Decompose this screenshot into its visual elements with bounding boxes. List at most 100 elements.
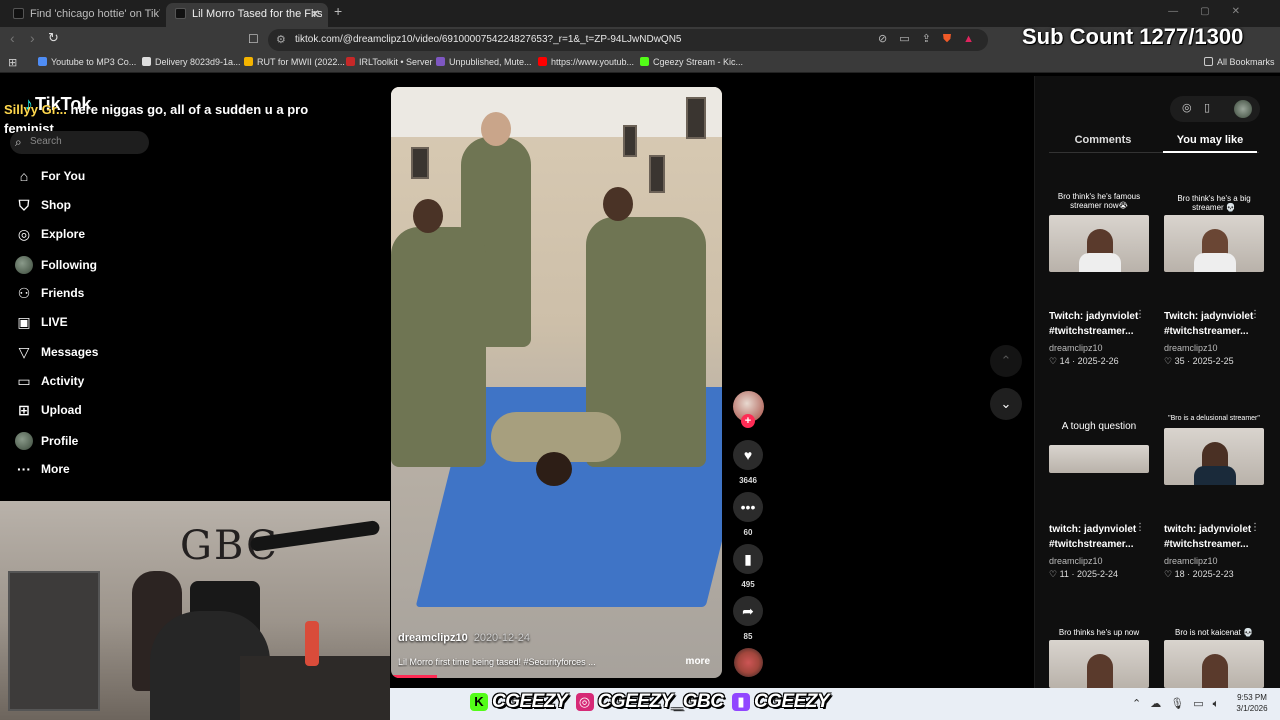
monitor-icon[interactable]: ▭	[1193, 698, 1203, 710]
nav-following[interactable]: Following	[15, 256, 97, 278]
bookmark-item[interactable]: Delivery 8023d9-1a...	[142, 57, 241, 67]
nav-explore[interactable]: ◎ Explore	[15, 226, 85, 248]
video-caption: Lil Morro first time being tased! #Secur…	[398, 657, 596, 667]
speaker-icon[interactable]: 🔈︎	[1213, 698, 1220, 710]
window-controls[interactable]: —▢✕	[1168, 6, 1262, 17]
thumb-shirt	[1194, 253, 1236, 272]
cloud-icon[interactable]: ☁	[1150, 698, 1161, 710]
card-title[interactable]: twitch: jadynviolet	[1049, 524, 1136, 535]
profile-avatar-icon	[15, 432, 33, 450]
chevron-up-icon[interactable]: ⌃	[1132, 698, 1141, 710]
search-icon: ⌕	[15, 135, 22, 149]
apps-grid-icon[interactable]: ⊞	[8, 56, 17, 69]
share-icon[interactable]: ⇪	[922, 33, 931, 45]
card-thumbnail[interactable]	[1049, 445, 1149, 473]
heart-outline-icon: ♡	[1164, 569, 1173, 579]
all-bookmarks[interactable]: All Bookmarks	[1204, 57, 1275, 67]
card-more-icon[interactable]: ⋮	[1250, 522, 1260, 533]
brave-shield-icon[interactable]: ⛊	[943, 33, 951, 45]
right-panel	[1034, 76, 1280, 688]
nav-shop[interactable]: ⛉ Shop	[15, 197, 71, 219]
nav-upload[interactable]: ⊞ Upload	[15, 402, 82, 424]
bookmark-icon[interactable]: ☐	[248, 32, 259, 46]
card-thumbnail[interactable]	[1164, 428, 1264, 485]
card-title-line2[interactable]: #twitchstreamer...	[1164, 326, 1248, 337]
card-title[interactable]: twitch: jadynviolet	[1164, 524, 1251, 535]
video-author[interactable]: dreamclipz10 2020-12-24	[398, 632, 530, 644]
bookmark-item[interactable]: Cgeezy Stream - Kic...	[640, 57, 743, 67]
nav-profile[interactable]: Profile	[15, 432, 78, 454]
share-button[interactable]: ➦ 85	[733, 596, 763, 641]
eye-off-icon[interactable]: ⊘	[878, 33, 887, 45]
user-avatar[interactable]	[1234, 100, 1252, 118]
url-text[interactable]: tiktok.com/@dreamclipz10/video/691000075…	[295, 34, 682, 45]
card-title[interactable]: Twitch: jadynviolet	[1049, 311, 1138, 322]
bookmark-icon: ▮	[733, 544, 763, 574]
comment-button[interactable]: ••• 60	[733, 492, 763, 537]
following-avatar-icon	[15, 256, 33, 274]
microphone-icon[interactable]: 🎙︎	[1170, 698, 1184, 710]
card-thumbnail[interactable]	[1164, 215, 1264, 272]
next-video-chevron-down-icon[interactable]: ⌄	[990, 388, 1022, 420]
music-disc-icon[interactable]	[734, 648, 763, 677]
bookmark-item[interactable]: Youtube to MP3 Co...	[38, 57, 136, 67]
card-author[interactable]: dreamclipz10	[1164, 343, 1218, 353]
bookmark-item[interactable]: RUT for MWII (2022...	[244, 57, 345, 67]
heart-outline-icon: ♡	[1049, 356, 1058, 366]
tab-you-may-like[interactable]: You may like	[1161, 134, 1259, 146]
card-title-line2[interactable]: #twitchstreamer...	[1049, 326, 1133, 337]
browser-tab-tiktok-search[interactable]: Find 'chicago hottie' on TikTok | TikTo	[4, 3, 164, 27]
tab-comments[interactable]: Comments	[1053, 134, 1153, 146]
card-date: 2025-2-23	[1192, 569, 1234, 579]
forward-arrow-icon[interactable]: ›	[30, 30, 35, 46]
card-thumbnail[interactable]	[1049, 640, 1149, 688]
instagram-icon: ◎	[575, 693, 594, 711]
video-player[interactable]: dreamclipz10 2020-12-24 Lil Morro first t…	[391, 87, 722, 678]
browser-tab-video[interactable]: Lil Morro Tased for the First Time ✕	[166, 3, 328, 27]
phone-icon[interactable]: ▯	[1204, 101, 1210, 114]
new-tab-button[interactable]: +	[334, 3, 342, 19]
save-button[interactable]: ▮ 495	[733, 544, 763, 589]
caption-more-button[interactable]: more	[686, 656, 710, 667]
close-tab-icon[interactable]: ✕	[310, 3, 320, 25]
reload-icon[interactable]: ↻	[48, 30, 59, 46]
card-thumbnail[interactable]	[1164, 640, 1264, 688]
wall-frame	[649, 155, 665, 193]
nav-messages[interactable]: ▽ Messages	[15, 344, 99, 366]
bookmark-item[interactable]: https://www.youtub...	[538, 57, 634, 67]
follow-plus-icon[interactable]: +	[741, 414, 755, 428]
back-arrow-icon[interactable]: ‹	[10, 30, 15, 46]
nav-activity[interactable]: ▭ Activity	[15, 373, 84, 395]
video-progress-bar[interactable]	[391, 675, 438, 678]
card-author[interactable]: dreamclipz10	[1164, 556, 1218, 566]
nav-for-you[interactable]: ⌂ For You	[15, 168, 85, 190]
rewards-triangle-icon[interactable]: ▲	[963, 33, 974, 45]
like-button[interactable]: ♥ 3646	[733, 440, 763, 485]
wall-frame	[623, 125, 637, 157]
system-clock[interactable]: 9:53 PM 3/1/2026	[1232, 692, 1272, 714]
card-title-line2[interactable]: #twitchstreamer...	[1164, 539, 1248, 550]
bookmark-item[interactable]: Unpublished, Mute...	[436, 57, 532, 67]
card-title[interactable]: Twitch: jadynviolet	[1164, 311, 1253, 322]
card-title-line2[interactable]: #twitchstreamer...	[1049, 539, 1133, 550]
card-thumbnail[interactable]	[1049, 215, 1149, 272]
bookmark-item[interactable]: IRLToolkit • Server	[346, 57, 433, 67]
nav-more[interactable]: ··· More	[15, 461, 70, 483]
social-handles-overlay: K CGEEZY ◎ CGEEZY_GBC ▮ CGEEZY	[470, 691, 833, 717]
site-info-icon[interactable]: ⚙	[276, 33, 286, 46]
card-more-icon[interactable]: ⋮	[1135, 309, 1145, 320]
nav-friends[interactable]: ⚇ Friends	[15, 285, 85, 307]
card-date: 2025-2-24	[1076, 569, 1118, 579]
card-more-icon[interactable]: ⋮	[1250, 309, 1260, 320]
compass-small-icon[interactable]: ◎	[1182, 101, 1192, 114]
cast-icon[interactable]: ▭	[899, 33, 909, 45]
card-author[interactable]: dreamclipz10	[1049, 556, 1103, 566]
previous-video-chevron-up-icon[interactable]: ⌃	[990, 345, 1022, 377]
omnibox-action-icons: ⊘ ▭ ⇪ ⛊ ▲	[878, 32, 986, 46]
card-more-icon[interactable]: ⋮	[1135, 522, 1145, 533]
card-author[interactable]: dreamclipz10	[1049, 343, 1103, 353]
search-input[interactable]: ⌕ Search	[10, 131, 149, 154]
plus-square-icon: ⊞	[18, 402, 30, 418]
drive-icon	[244, 57, 253, 66]
nav-live[interactable]: ▣ LIVE	[15, 314, 67, 336]
